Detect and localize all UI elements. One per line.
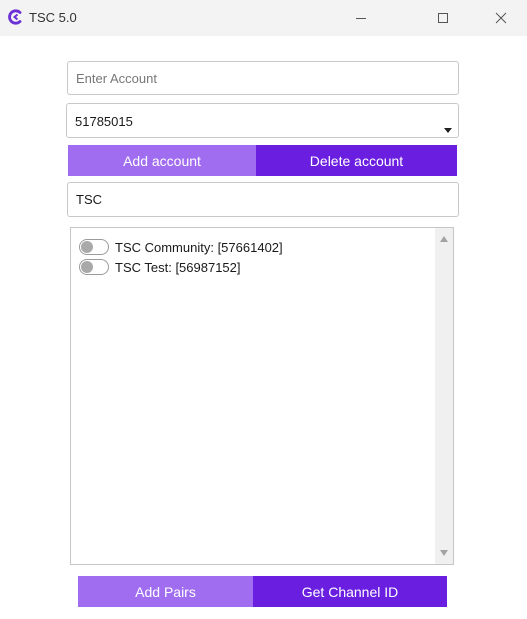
filter-input[interactable] xyxy=(68,183,458,216)
channel-list[interactable]: TSC Community: [57661402] TSC Test: [569… xyxy=(70,227,454,565)
add-pairs-button[interactable]: Add Pairs xyxy=(78,576,253,607)
app-logo-icon xyxy=(8,9,22,25)
vertical-scrollbar[interactable] xyxy=(435,228,453,564)
toggle-knob xyxy=(81,241,93,253)
channel-label: TSC Community: [57661402] xyxy=(115,239,283,255)
maximize-icon xyxy=(438,13,448,23)
channel-toggle[interactable] xyxy=(79,239,109,255)
minimize-icon xyxy=(356,18,366,19)
maximize-button[interactable] xyxy=(420,0,466,36)
minimize-button[interactable] xyxy=(338,0,384,36)
close-icon xyxy=(495,12,507,24)
list-item: TSC Test: [56987152] xyxy=(79,257,241,277)
account-input[interactable] xyxy=(68,62,458,94)
chevron-down-icon[interactable] xyxy=(444,128,452,133)
account-select[interactable]: 51785015 xyxy=(66,103,459,138)
filter-input-field xyxy=(67,182,459,217)
window-title: TSC 5.0 xyxy=(29,10,77,25)
channel-label: TSC Test: [56987152] xyxy=(115,259,241,275)
list-item: TSC Community: [57661402] xyxy=(79,237,283,257)
scroll-down-arrow-icon[interactable] xyxy=(440,550,448,556)
add-account-button[interactable]: Add account xyxy=(68,145,256,176)
channel-toggle[interactable] xyxy=(79,259,109,275)
get-channel-id-button[interactable]: Get Channel ID xyxy=(253,576,447,607)
title-bar: TSC 5.0 xyxy=(0,0,527,36)
scroll-up-arrow-icon[interactable] xyxy=(440,236,448,242)
account-input-field xyxy=(67,61,459,95)
toggle-knob xyxy=(81,261,93,273)
close-button[interactable] xyxy=(478,0,524,36)
account-select-value: 51785015 xyxy=(75,114,133,129)
delete-account-button[interactable]: Delete account xyxy=(256,145,457,176)
